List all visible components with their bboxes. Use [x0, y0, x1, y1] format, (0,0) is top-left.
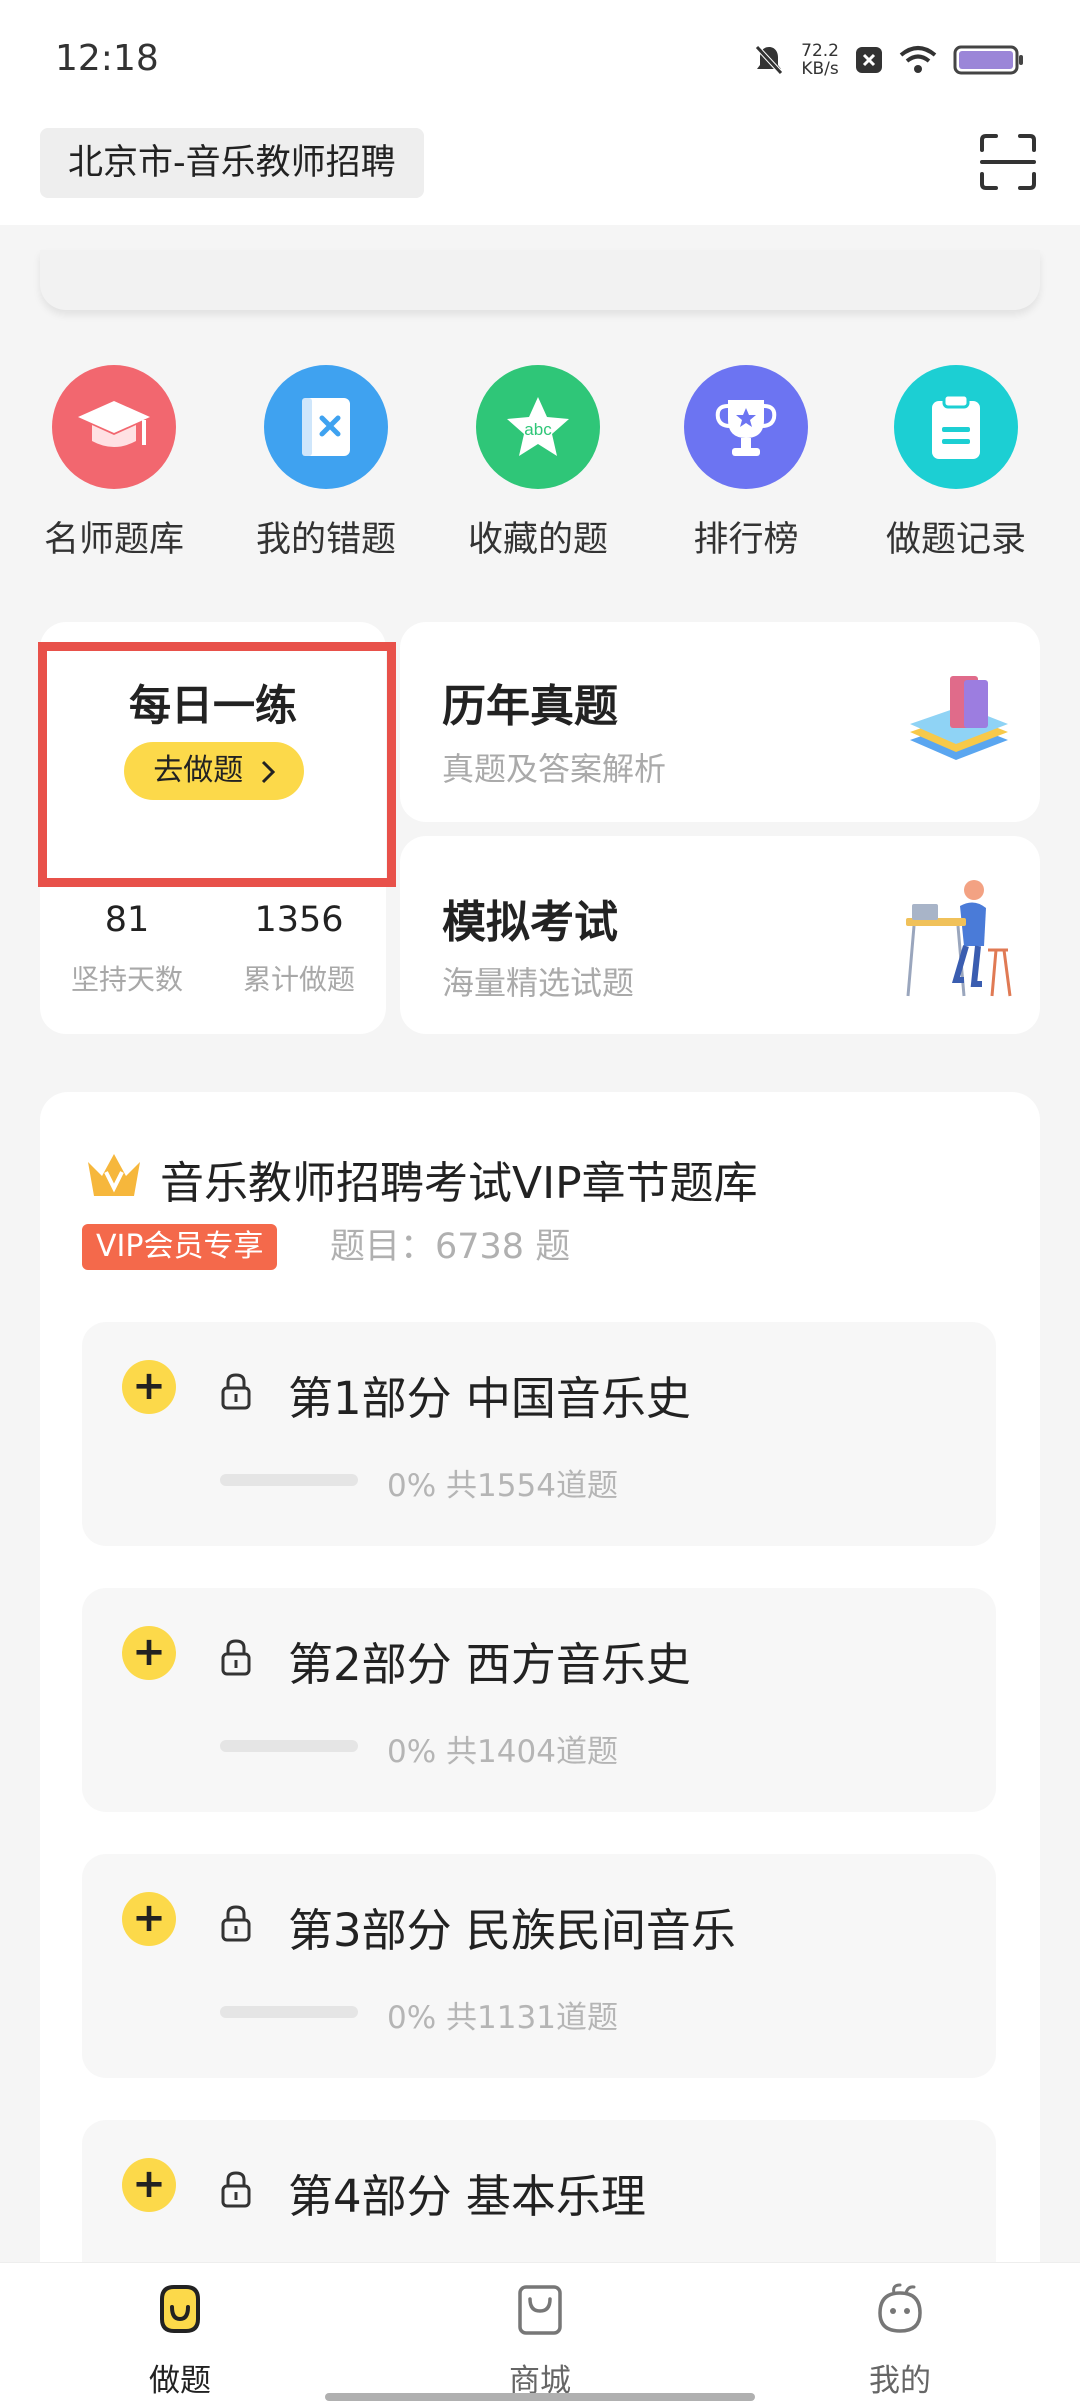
vip-member-badge: VIP会员专享: [82, 1224, 278, 1270]
network-speed: 72.2 KB/s: [801, 41, 839, 79]
quick-icon-leaderboard[interactable]: 排行榜: [646, 365, 846, 562]
graduation-cap-icon: [52, 365, 176, 489]
chapter-progress-bar: [220, 1474, 358, 1486]
quick-icon-label: 排行榜: [693, 520, 799, 560]
status-time: 12:18: [55, 38, 159, 79]
quick-icon-favorites[interactable]: abc 收藏的题: [438, 365, 638, 562]
tab-profile[interactable]: 我的: [800, 2263, 1000, 2408]
location-selector[interactable]: 北京市-音乐教师招聘: [40, 128, 424, 198]
chapter-title: 第1部分 中国音乐史: [288, 1372, 691, 1425]
streak-days-label: 坚持天数: [70, 963, 183, 996]
quick-icon-label: 收藏的题: [467, 520, 608, 560]
quick-icon-label: 我的错题: [255, 520, 396, 560]
tab-practice[interactable]: 做题: [80, 2263, 280, 2408]
quick-icon-label: 做题记录: [885, 520, 1026, 560]
header: 北京市-音乐教师招聘: [0, 120, 1080, 225]
past-exams-title: 历年真题: [442, 681, 618, 732]
chapter-item-1[interactable]: + 第1部分 中国音乐史 0% 共1554道题: [82, 1322, 996, 1546]
chapter-item-3[interactable]: + 第3部分 民族民间音乐 0% 共1131道题: [82, 1854, 996, 2078]
battery-icon: [953, 45, 1023, 75]
chapter-title: 第2部分 西方音乐史: [288, 1638, 691, 1691]
vip-chapter-bank: 音乐教师招聘考试VIP章节题库 VIP会员专享 题目：6738 题 + 第1部分…: [40, 1092, 1040, 2408]
tab-label: 我的: [869, 2363, 931, 2399]
chapter-progress-text: 0% 共1554道题: [387, 1468, 618, 1504]
quick-icon-famous-teacher[interactable]: 名师题库: [14, 365, 214, 562]
chapter-title: 第4部分 基本乐理: [288, 2170, 646, 2223]
chapter-progress-bar: [220, 1740, 358, 1752]
mock-exam-subtitle: 海量精选试题: [442, 964, 635, 1002]
books-illustration-icon: [910, 676, 1008, 760]
highlight-box: [38, 642, 396, 887]
practice-tab-icon: [160, 2285, 200, 2333]
past-exams-subtitle: 真题及答案解析: [442, 750, 667, 788]
lock-icon: [221, 2171, 251, 2208]
quick-icon-label: 名师题库: [43, 520, 184, 560]
expand-plus-icon[interactable]: +: [122, 1626, 176, 1680]
profile-tab-icon: [878, 2283, 922, 2333]
chapter-item-2[interactable]: + 第2部分 西方音乐史 0% 共1404道题: [82, 1588, 996, 1812]
chapter-progress-text: 0% 共1131道题: [387, 2000, 618, 2036]
question-count: 题目：6738 题: [330, 1227, 571, 1267]
wifi-icon: [899, 46, 937, 73]
streak-days-value: 81: [104, 900, 150, 940]
error-book-icon: [264, 365, 388, 489]
clipboard-icon: [894, 365, 1018, 489]
scan-icon[interactable]: [978, 132, 1038, 192]
lock-icon: [221, 1639, 251, 1676]
total-done-value: 1356: [254, 900, 344, 940]
status-icons: 72.2 KB/s: [753, 42, 1025, 78]
crown-icon: [88, 1154, 140, 1196]
trophy-icon: [684, 365, 808, 489]
expand-plus-icon[interactable]: +: [122, 2158, 176, 2212]
vip-bank-title: 音乐教师招聘考试VIP章节题库: [160, 1158, 758, 1209]
expand-plus-icon[interactable]: +: [122, 1360, 176, 1414]
lock-icon: [221, 1905, 251, 1942]
total-done-label: 累计做题: [242, 963, 355, 996]
bottom-tab-bar: 做题 商城 我的: [0, 2262, 1080, 2408]
mock-exam-card[interactable]: 模拟考试 海量精选试题: [400, 836, 1040, 1034]
chapter-progress-text: 0% 共1404道题: [387, 1734, 618, 1770]
chapter-progress-bar: [220, 2006, 358, 2018]
banner-area[interactable]: [40, 250, 1040, 310]
lock-icon: [221, 1373, 251, 1410]
close-box-icon: [856, 47, 882, 73]
tab-mall[interactable]: 商城: [440, 2263, 640, 2408]
status-bar: 12:18 72.2 KB/s: [0, 0, 1080, 120]
abc-star-icon: abc: [476, 365, 600, 489]
chapter-title: 第3部分 民族民间音乐: [288, 1904, 736, 1957]
quick-icon-row: 名师题库 我的错题 abc 收藏的题 排行榜 做题记录: [0, 365, 1080, 575]
home-indicator[interactable]: [325, 2393, 755, 2401]
past-exams-card[interactable]: 历年真题 真题及答案解析: [400, 622, 1040, 822]
shopping-bag-icon: [518, 2285, 562, 2335]
student-desk-illustration-icon: [906, 880, 1012, 997]
mute-bell-icon: [755, 45, 783, 75]
quick-icon-records[interactable]: 做题记录: [856, 365, 1056, 562]
tab-label: 做题: [149, 2363, 211, 2399]
quick-icon-wrong-questions[interactable]: 我的错题: [226, 365, 426, 562]
expand-plus-icon[interactable]: +: [122, 1892, 176, 1946]
svg-text:abc: abc: [524, 420, 552, 439]
mock-exam-title: 模拟考试: [442, 897, 618, 948]
